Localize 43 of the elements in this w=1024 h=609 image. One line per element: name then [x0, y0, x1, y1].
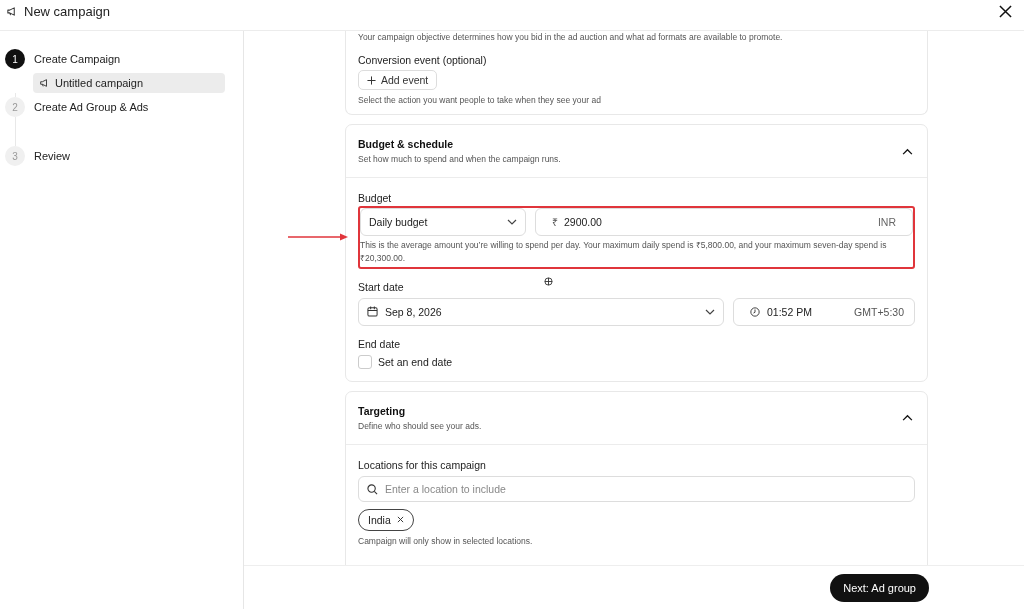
step-number: 2 — [5, 97, 25, 117]
end-date-checkbox[interactable]: Set an end date — [358, 354, 915, 369]
section-subtitle: Set how much to spend and when the campaign runs. — [358, 154, 561, 164]
plus-icon — [367, 75, 376, 85]
step-label[interactable]: Review — [34, 150, 71, 162]
step-label[interactable]: Create Campaign — [34, 53, 121, 65]
section-title: Targeting — [358, 404, 407, 417]
section-subtitle: Define who should see your ads. — [358, 420, 482, 431]
crosshair-icon — [543, 277, 553, 286]
budget-hint: This is the average amount you’re willing to spend per day. Your maximum daily spend is ₹5,800.00, and your maximum seven-day spend is ₹20,300.00. — [360, 239, 888, 265]
clock-icon — [750, 306, 760, 317]
step-number: 3 — [5, 146, 25, 166]
start-date-select[interactable]: Sep 8, 2026 — [358, 297, 724, 326]
add-event-button[interactable]: Add event — [358, 70, 438, 90]
arrow-icon — [288, 233, 348, 241]
collapse-icon[interactable] — [902, 147, 913, 155]
megaphone-icon — [6, 5, 17, 17]
hint-text: Campaign will only show in selected locations. — [358, 535, 534, 546]
window-title: New campaign — [24, 3, 111, 19]
field-label: Budget — [358, 192, 393, 204]
location-search-field[interactable]: Enter a location to include — [358, 475, 915, 502]
collapse-icon[interactable] — [902, 414, 913, 421]
chevron-down-icon — [507, 219, 517, 225]
megaphone-icon — [39, 78, 49, 88]
section-title: Budget & schedule — [358, 138, 455, 150]
hint-text: Select the action you want people to take when they see your ad — [358, 95, 602, 105]
field-label: Conversion event (optional) — [358, 54, 488, 66]
field-label: Start date — [358, 280, 404, 293]
start-time-field[interactable]: 01:52 PM GMT+5:30 — [733, 297, 915, 326]
field-label: Locations for this campaign — [358, 458, 487, 471]
objective-note: Your campaign objective determines how you bid in the ad auction and what ad formats are available to promote. — [358, 31, 784, 42]
search-icon — [367, 483, 378, 495]
next-button[interactable]: Next: Ad group — [830, 573, 929, 602]
chevron-down-icon — [705, 308, 715, 315]
remove-icon[interactable] — [396, 516, 404, 523]
field-label: End date — [358, 337, 402, 350]
step-label[interactable]: Create Ad Group & Ads — [34, 101, 149, 113]
campaign-item[interactable]: Untitled campaign — [33, 73, 225, 93]
amount-field[interactable]: ₹ 2900.00 INR — [535, 208, 913, 236]
close-icon[interactable] — [999, 4, 1012, 18]
calendar-icon — [367, 306, 378, 317]
budget-type-select[interactable]: Daily budget — [360, 208, 526, 236]
step-number: 1 — [5, 49, 25, 69]
